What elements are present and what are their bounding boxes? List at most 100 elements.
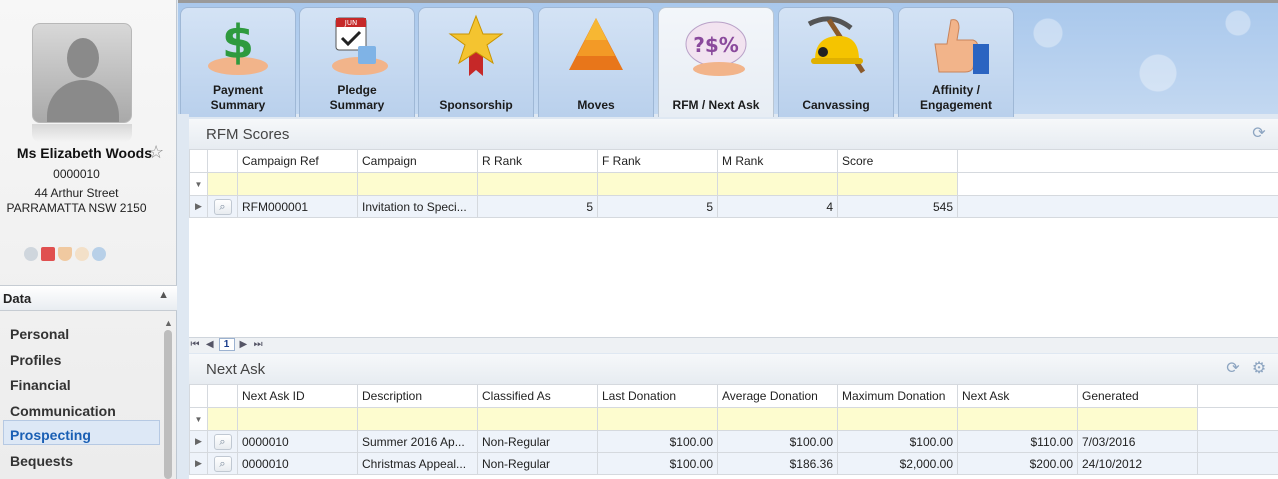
- sidebar-item-personal[interactable]: Personal: [0, 318, 160, 344]
- column-header[interactable]: Generated: [1077, 384, 1198, 408]
- filter-cell[interactable]: [837, 172, 958, 196]
- prev-page-icon[interactable]: ◀: [204, 339, 216, 350]
- rfm-title: RFM Scores: [206, 126, 290, 143]
- tab-label: Sponsorship: [439, 98, 513, 112]
- cell-m-rank: 4: [717, 195, 838, 218]
- row-search-button[interactable]: ⌕: [207, 452, 238, 475]
- column-header[interactable]: M Rank: [717, 149, 838, 173]
- hand-mini-icon[interactable]: [75, 247, 89, 261]
- thumbs-up-icon: [934, 19, 989, 74]
- sidebar-item-prospecting[interactable]: Prospecting: [3, 420, 160, 445]
- calendar-hand-icon: JUN: [332, 17, 388, 75]
- column-header[interactable]: F Rank: [597, 149, 718, 173]
- filter-cell[interactable]: [207, 172, 238, 196]
- tab-moves[interactable]: Moves: [538, 7, 654, 117]
- next-ask-filter-row: ▼: [189, 407, 1278, 431]
- cell-campaign: Invitation to Speci...: [357, 195, 478, 218]
- filter-icon: ▼: [189, 407, 208, 431]
- scrollbar-thumb[interactable]: [164, 330, 172, 479]
- row-expand-icon[interactable]: ▶: [189, 195, 208, 218]
- favourite-star-icon[interactable]: ☆: [148, 142, 164, 163]
- column-header[interactable]: Maximum Donation: [837, 384, 958, 408]
- cell-next-ask: $110.00: [957, 430, 1078, 453]
- collapse-caret-icon[interactable]: ▲: [158, 289, 169, 301]
- cell-classified-as: Non-Regular: [477, 452, 598, 475]
- refresh-icon[interactable]: ⟳: [1224, 360, 1242, 378]
- page-number[interactable]: 1: [218, 338, 235, 351]
- column-header[interactable]: R Rank: [477, 149, 598, 173]
- rfm-pager: ⏮ ◀ 1 ▶ ⏭: [189, 337, 1278, 353]
- tab-payment-summary[interactable]: $ Payment Summary: [180, 7, 296, 117]
- search-header: [207, 384, 238, 408]
- filter-cell[interactable]: [477, 172, 598, 196]
- address-line-1: 44 Arthur Street: [34, 186, 119, 200]
- sidebar-item-financial[interactable]: Financial: [0, 369, 160, 395]
- sidebar-item-profiles[interactable]: Profiles: [0, 344, 160, 370]
- filter-cell[interactable]: [357, 407, 478, 431]
- column-header[interactable]: Next Ask: [957, 384, 1078, 408]
- last-page-icon[interactable]: ⏭: [252, 339, 264, 350]
- next-ask-title: Next Ask: [206, 361, 266, 378]
- sidebar-item-bequests[interactable]: Bequests: [0, 445, 160, 471]
- tab-canvassing[interactable]: Canvassing: [778, 7, 894, 117]
- sidebar-scrollbar[interactable]: ▲: [162, 318, 174, 479]
- group-mini-icon[interactable]: [92, 247, 106, 261]
- table-row[interactable]: ▶ ⌕ RFM000001 Invitation to Speci... 5 5…: [189, 195, 1278, 218]
- tab-label: Canvassing: [802, 98, 870, 112]
- column-header[interactable]: Next Ask ID: [237, 384, 358, 408]
- scroll-up-icon[interactable]: ▲: [164, 318, 173, 328]
- table-row[interactable]: ▶ ⌕ 0000010 Summer 2016 Ap... Non-Regula…: [189, 430, 1278, 453]
- rfm-panel-header: RFM Scores ⟳: [189, 119, 1278, 149]
- filter-cell[interactable]: [477, 407, 598, 431]
- filter-cell[interactable]: [1077, 407, 1198, 431]
- tab-pledge-summary[interactable]: JUN Pledge Summary: [299, 7, 415, 117]
- filter-cell[interactable]: [837, 407, 958, 431]
- filter-cell[interactable]: [207, 407, 238, 431]
- cell-next-ask: $200.00: [957, 452, 1078, 475]
- tab-affinity-engagement[interactable]: Affinity / Engagement: [898, 7, 1014, 117]
- row-search-button[interactable]: ⌕: [207, 195, 238, 218]
- tab-rfm-next-ask[interactable]: ?$% RFM / Next Ask: [658, 7, 774, 117]
- column-header[interactable]: Description: [357, 384, 478, 408]
- sidebar-item-communication[interactable]: Communication: [0, 395, 160, 421]
- row-filler: [957, 195, 1278, 218]
- filter-cell[interactable]: [597, 172, 718, 196]
- gear-icon[interactable]: ⚙: [1250, 360, 1268, 378]
- column-header[interactable]: Campaign Ref: [237, 149, 358, 173]
- money-mini-icon[interactable]: [24, 247, 38, 261]
- row-search-button[interactable]: ⌕: [207, 430, 238, 453]
- calendar-mini-icon[interactable]: [41, 247, 55, 261]
- cell-r-rank: 5: [477, 195, 598, 218]
- tab-sponsorship[interactable]: Sponsorship: [418, 7, 534, 117]
- module-tab-bar: $ Payment Summary JUN Pledge Summary Spons…: [178, 0, 1278, 117]
- column-header[interactable]: Last Donation: [597, 384, 718, 408]
- first-page-icon[interactable]: ⏮: [189, 339, 201, 350]
- column-header[interactable]: Campaign: [357, 149, 478, 173]
- filter-cell[interactable]: [237, 172, 358, 196]
- filter-cell[interactable]: [717, 407, 838, 431]
- pyramid-mini-icon[interactable]: [58, 247, 72, 261]
- rfm-panel: RFM Scores ⟳ Campaign Ref Campaign R Ran…: [189, 119, 1278, 337]
- column-header[interactable]: Score: [837, 149, 958, 173]
- filter-cell[interactable]: [957, 407, 1078, 431]
- refresh-icon[interactable]: ⟳: [1250, 125, 1268, 143]
- column-header[interactable]: Classified As: [477, 384, 598, 408]
- filter-icon: ▼: [189, 172, 208, 196]
- money-hand-icon: $: [208, 15, 268, 75]
- quick-icons: [24, 247, 106, 261]
- magnifier-icon: ⌕: [213, 198, 232, 215]
- filter-cell[interactable]: [717, 172, 838, 196]
- filter-cell[interactable]: [237, 407, 358, 431]
- data-section-header[interactable]: Data ▲: [0, 285, 177, 311]
- next-page-icon[interactable]: ▶: [237, 339, 249, 350]
- avatar[interactable]: [32, 23, 132, 123]
- table-row[interactable]: ▶ ⌕ 0000010 Christmas Appeal... Non-Regu…: [189, 452, 1278, 475]
- cell-next-ask-id: 0000010: [237, 430, 358, 453]
- donor-sidebar: Ms Elizabeth Woods ☆ 0000010 44 Arthur S…: [0, 0, 177, 479]
- row-expand-icon[interactable]: ▶: [189, 452, 208, 475]
- row-expand-icon[interactable]: ▶: [189, 430, 208, 453]
- filter-cell[interactable]: [597, 407, 718, 431]
- column-header[interactable]: Average Donation: [717, 384, 838, 408]
- magnifier-icon: ⌕: [213, 455, 232, 472]
- filter-cell[interactable]: [357, 172, 478, 196]
